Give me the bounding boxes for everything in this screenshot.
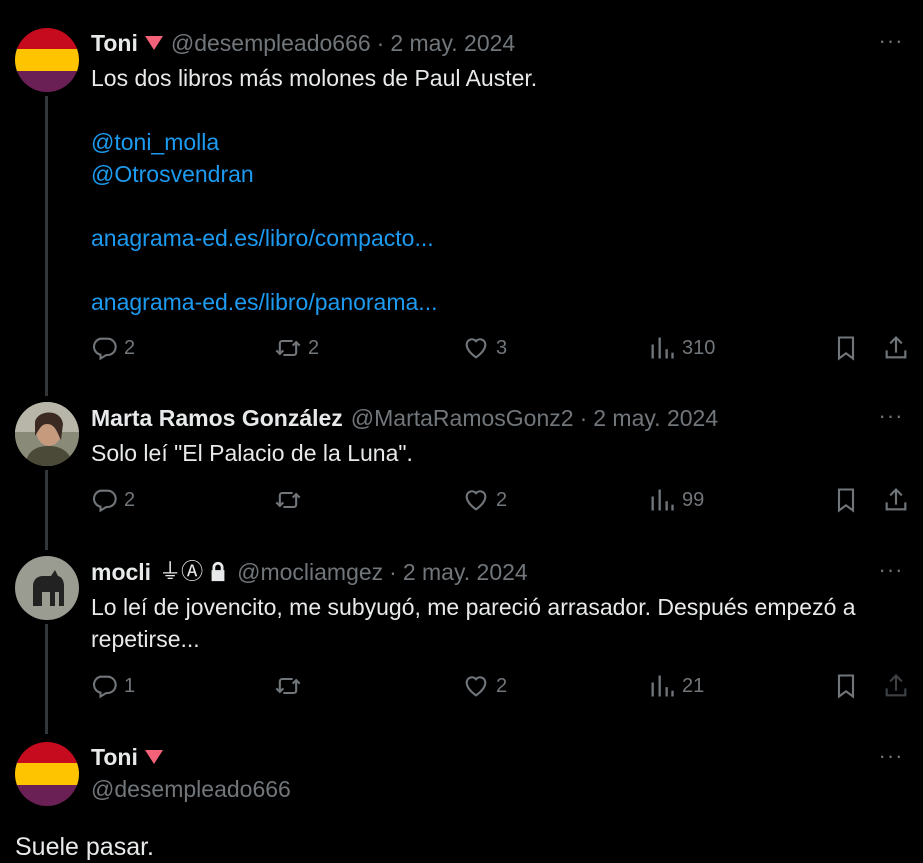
red-triangle-icon <box>144 750 163 764</box>
views-button[interactable]: 310 <box>648 334 715 362</box>
reply-count: 2 <box>124 489 136 511</box>
profile-photo-image <box>15 556 79 620</box>
tweet[interactable]: Toni @desempleado666 · 2 may. 2024 ··· L… <box>0 26 923 396</box>
share-icon <box>885 488 907 511</box>
more-options-icon[interactable]: ··· <box>875 745 907 777</box>
repost-icon <box>275 339 301 357</box>
heart-icon <box>465 338 487 359</box>
avatar[interactable] <box>15 742 79 806</box>
display-name[interactable]: Toni <box>91 741 138 773</box>
views-count: 21 <box>682 675 705 697</box>
handle[interactable]: @desempleado666 <box>91 773 291 805</box>
tweet[interactable]: mocli ⏚Ⓐ @mocliamgez · 2 may. 2024 ··· L… <box>0 556 923 734</box>
action-bar: 1 2 21 <box>90 672 910 706</box>
handle[interactable]: @desempleado666 <box>171 27 371 59</box>
like-count: 2 <box>496 489 508 511</box>
republic-flag-image <box>15 742 79 806</box>
separator-dot: · <box>376 30 385 56</box>
views-count: 99 <box>682 489 705 511</box>
views-chart-icon <box>651 675 674 697</box>
mention-link[interactable]: @toni_molla <box>91 126 891 158</box>
bookmark-button[interactable] <box>832 486 866 514</box>
tweet-header: Marta Ramos González @MartaRamosGonz2 · … <box>91 402 718 434</box>
repost-count: 2 <box>308 337 320 359</box>
avatar[interactable] <box>15 556 79 620</box>
more-options-icon[interactable]: ··· <box>875 30 907 62</box>
avatar[interactable] <box>15 28 79 92</box>
tweet[interactable]: Marta Ramos González @MartaRamosGonz2 · … <box>0 402 923 550</box>
timestamp[interactable]: 2 may. 2024 <box>390 27 515 59</box>
action-bar: 2 2 3 310 <box>90 334 910 368</box>
repost-button[interactable] <box>274 486 308 514</box>
tweet[interactable]: Toni @desempleado666 ··· Suele pasar. <box>0 741 923 861</box>
bookmark-button[interactable] <box>832 334 866 362</box>
tweet-text-line: Los dos libros más molones de Paul Auste… <box>91 65 538 91</box>
timestamp[interactable]: 2 may. 2024 <box>403 556 528 588</box>
like-button[interactable]: 2 <box>462 486 507 514</box>
display-name[interactable]: mocli <box>91 556 151 588</box>
bookmark-icon <box>837 336 855 361</box>
tweet-header: Toni <box>91 741 163 773</box>
display-name[interactable]: Marta Ramos González <box>91 402 343 434</box>
repost-button[interactable] <box>274 672 308 700</box>
like-count: 2 <box>496 675 508 697</box>
bookmark-icon <box>837 488 855 513</box>
share-button[interactable] <box>882 334 916 362</box>
bookmark-icon <box>837 674 855 699</box>
reply-button[interactable]: 2 <box>90 334 135 362</box>
reply-icon <box>92 675 117 699</box>
share-button[interactable] <box>882 486 916 514</box>
url-link[interactable]: anagrama-ed.es/libro/panorama... <box>91 286 891 318</box>
tweet-header: Toni @desempleado666 · 2 may. 2024 <box>91 27 515 59</box>
share-button[interactable] <box>882 672 916 700</box>
handle[interactable]: @MartaRamosGonz2 <box>351 402 574 434</box>
tweet-text: Lo leí de jovencito, me subyugó, me pare… <box>91 594 856 652</box>
share-icon <box>885 336 907 359</box>
reply-count: 2 <box>124 337 136 359</box>
reply-button[interactable]: 1 <box>90 672 135 700</box>
separator-dot: · <box>579 405 588 431</box>
thread-line <box>45 96 48 396</box>
reply-icon <box>92 489 117 513</box>
mention-link[interactable]: @Otrosvendran <box>91 158 891 190</box>
share-icon <box>885 674 907 697</box>
action-bar: 2 2 99 <box>90 486 910 520</box>
like-button[interactable]: 3 <box>462 334 507 362</box>
handle[interactable]: @mocliamgez <box>237 556 383 588</box>
tweet-header: mocli ⏚Ⓐ @mocliamgez · 2 may. 2024 <box>91 556 528 588</box>
repost-icon <box>275 677 301 695</box>
more-options-icon[interactable]: ··· <box>875 559 907 591</box>
like-count: 3 <box>496 337 508 359</box>
repost-icon <box>275 491 301 509</box>
profile-photo-image <box>15 402 79 466</box>
republic-flag-image <box>15 28 79 92</box>
views-count: 310 <box>682 337 716 359</box>
url-link[interactable]: anagrama-ed.es/libro/compacto... <box>91 222 891 254</box>
thread-line <box>45 470 48 550</box>
tweet-text: Los dos libros más molones de Paul Auste… <box>91 62 891 318</box>
reply-count: 1 <box>124 675 136 697</box>
bookmark-button[interactable] <box>832 672 866 700</box>
views-button[interactable]: 21 <box>648 672 704 700</box>
views-chart-icon <box>651 337 674 359</box>
more-options-icon[interactable]: ··· <box>875 405 907 437</box>
separator-dot: · <box>389 559 397 585</box>
heart-icon <box>465 676 487 697</box>
tweet-text: Suele pasar. <box>15 833 154 861</box>
thread-line <box>45 624 48 734</box>
views-button[interactable]: 99 <box>648 486 704 514</box>
reply-icon <box>92 337 117 361</box>
avatar[interactable] <box>15 402 79 466</box>
red-triangle-icon <box>144 36 163 50</box>
views-chart-icon <box>651 489 674 511</box>
reply-button[interactable]: 2 <box>90 486 135 514</box>
tweet-text: Solo leí "El Palacio de la Luna". <box>91 440 413 466</box>
name-badges: ⏚Ⓐ <box>159 559 204 584</box>
like-button[interactable]: 2 <box>462 672 507 700</box>
heart-icon <box>465 490 487 511</box>
repost-button[interactable]: 2 <box>274 334 319 362</box>
display-name[interactable]: Toni <box>91 27 138 59</box>
timestamp[interactable]: 2 may. 2024 <box>593 402 718 434</box>
lock-icon <box>211 561 225 582</box>
